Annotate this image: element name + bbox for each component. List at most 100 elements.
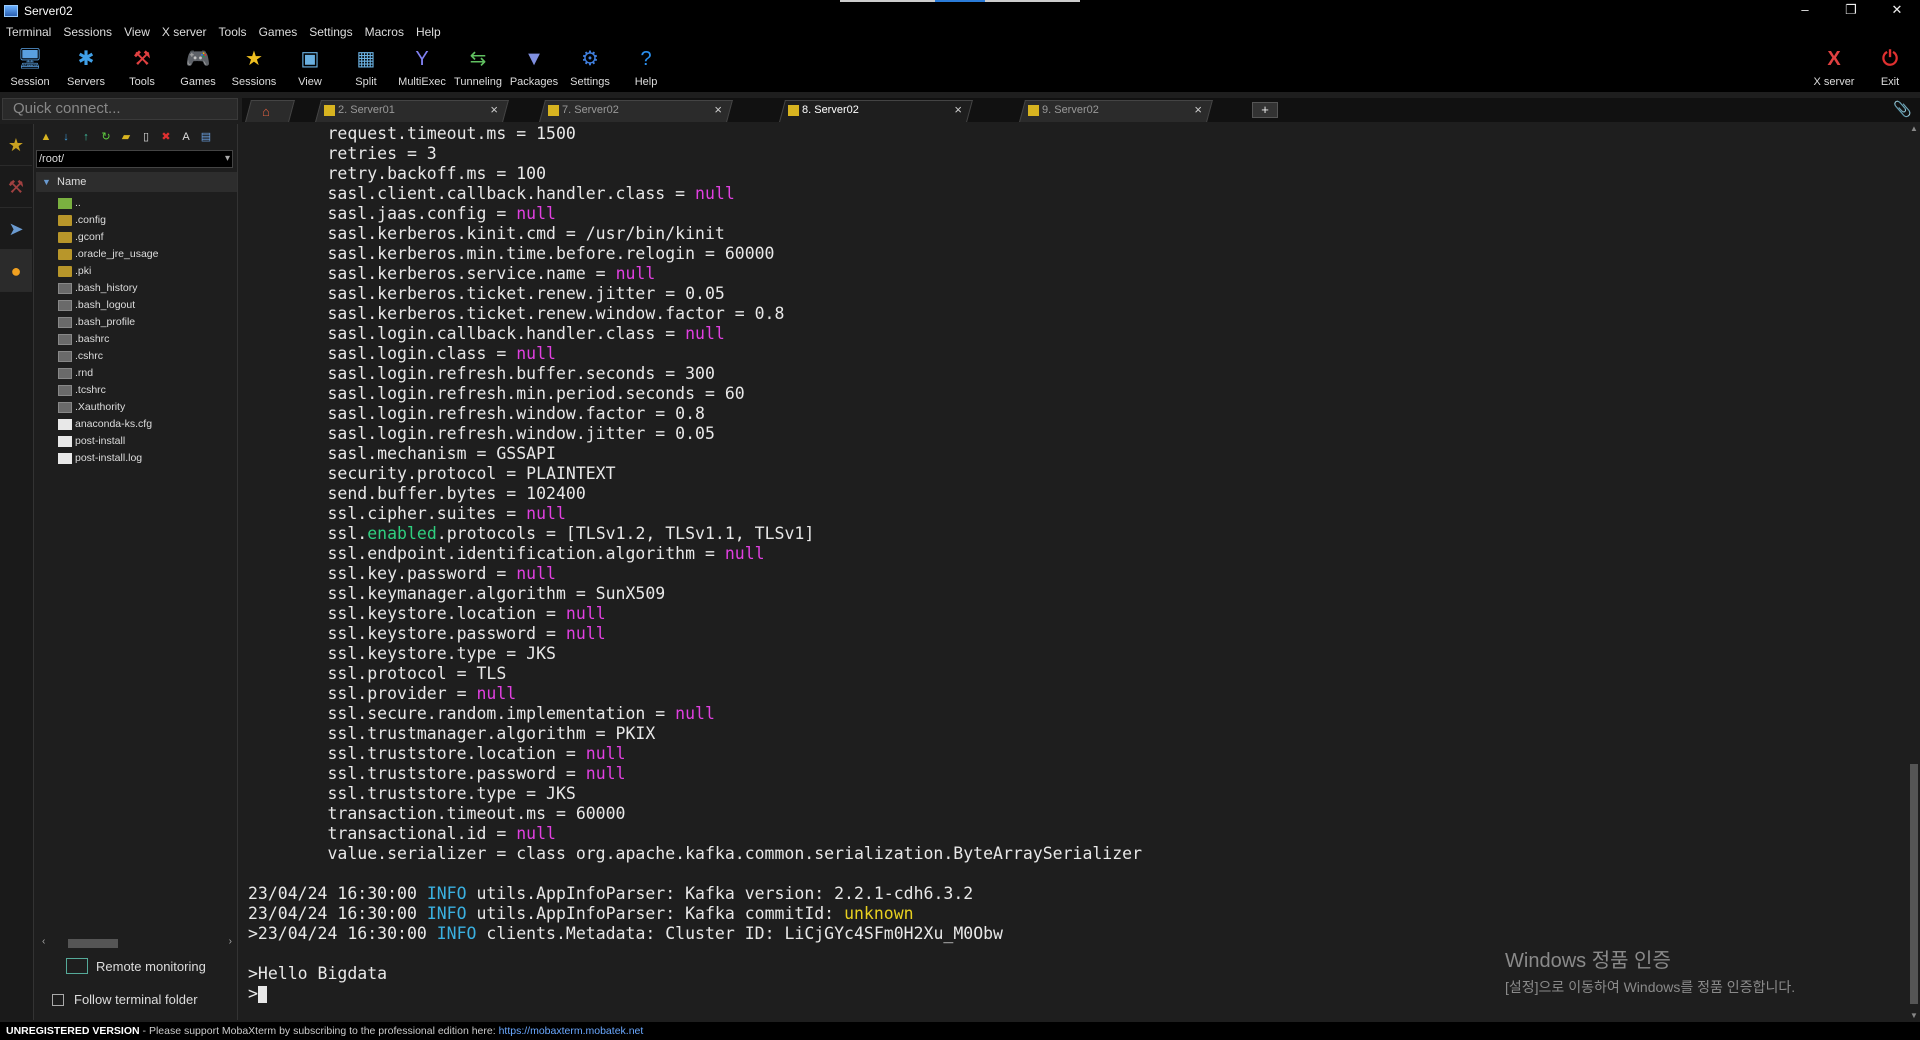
- tab-home[interactable]: ⌂: [245, 100, 295, 122]
- title-accent-blue: [935, 0, 985, 2]
- toolbar-sessions-button[interactable]: ★ Sessions: [226, 44, 282, 92]
- quick-connect-input[interactable]: Quick connect...: [2, 98, 238, 120]
- folder-up-icon[interactable]: ▲: [38, 129, 54, 145]
- file-list-item[interactable]: ..: [36, 195, 237, 212]
- file-list-header[interactable]: ▼ Name: [36, 172, 237, 192]
- toolbar-help-button[interactable]: ? Help: [618, 44, 674, 92]
- remote-monitoring-button[interactable]: Remote monitoring: [66, 958, 206, 974]
- terminal-text: null: [516, 564, 556, 583]
- file-list-item[interactable]: post-install.log: [36, 450, 237, 467]
- toolbar-games-button[interactable]: 🎮 Games: [170, 44, 226, 92]
- tab-close-icon[interactable]: ×: [1194, 100, 1202, 120]
- toolbar-multiexec-button[interactable]: Y MultiExec: [394, 44, 450, 92]
- sftp-plane-icon[interactable]: ➤: [0, 208, 32, 250]
- terminal-line: sasl.kerberos.min.time.before.relogin = …: [248, 244, 1908, 264]
- file-list-item[interactable]: post-install: [36, 433, 237, 450]
- close-button[interactable]: ✕: [1874, 0, 1920, 22]
- split-icon: ▦: [356, 48, 376, 70]
- follow-terminal-checkbox[interactable]: Follow terminal folder: [52, 992, 198, 1007]
- menu-games[interactable]: Games: [259, 25, 298, 39]
- toolbar-split-button[interactable]: ▦ Split: [338, 44, 394, 92]
- file-list-item[interactable]: .cshrc: [36, 348, 237, 365]
- toolbar-settings-button[interactable]: ⚙ Settings: [562, 44, 618, 92]
- file-list-item[interactable]: .bash_logout: [36, 297, 237, 314]
- terminal-text: null: [675, 704, 715, 723]
- terminal-text: >23/04/24 16:30:00: [248, 924, 437, 943]
- new-tab-button[interactable]: +: [1252, 102, 1278, 118]
- terminal-line: ssl.trustmanager.algorithm = PKIX: [248, 724, 1908, 744]
- attach-icon[interactable]: 📎: [1893, 100, 1912, 118]
- download-icon[interactable]: ↓: [58, 129, 74, 145]
- chevron-down-icon[interactable]: ▾: [225, 151, 230, 167]
- terminal-output[interactable]: request.timeout.ms = 1500 retries = 3 re…: [240, 124, 1908, 1020]
- terminal-line: ssl.cipher.suites = null: [248, 504, 1908, 524]
- tab-server02-9[interactable]: 9. Server02 ×: [1019, 100, 1213, 122]
- checkbox-icon[interactable]: [52, 993, 64, 1006]
- tools-side-icon[interactable]: ⚒: [0, 166, 32, 208]
- file-list-item[interactable]: anaconda-ks.cfg: [36, 416, 237, 433]
- terminal-text: unknown: [844, 904, 914, 923]
- scroll-thumb[interactable]: [1910, 764, 1918, 1004]
- tab-close-icon[interactable]: ×: [714, 100, 722, 120]
- toolbar: 🖥 Session ✱ Servers ⚒ Tools 🎮 Games ★ Sessions ▣ Vi…: [0, 42, 1920, 92]
- terminal-vertical-scrollbar[interactable]: ▲ ▼: [1908, 124, 1920, 1020]
- file-list-item[interactable]: .rnd: [36, 365, 237, 382]
- favorites-star-icon[interactable]: ★: [0, 124, 32, 166]
- properties-icon[interactable]: ▤: [198, 129, 214, 145]
- terminal-text: null: [516, 824, 556, 843]
- refresh-icon[interactable]: ↻: [98, 129, 114, 145]
- toolbar-x-server-button[interactable]: X X server: [1806, 44, 1862, 92]
- toolbar-label: Packages: [509, 76, 559, 88]
- menu-terminal[interactable]: Terminal: [6, 25, 51, 39]
- scroll-left-icon[interactable]: ‹: [42, 936, 45, 947]
- mobatek-link[interactable]: https://mobaxterm.mobatek.net: [499, 1025, 644, 1037]
- file-list-item[interactable]: .Xauthority: [36, 399, 237, 416]
- menu-help[interactable]: Help: [416, 25, 441, 39]
- macros-side-icon[interactable]: ●: [0, 250, 32, 292]
- terminal-line: sasl.login.refresh.buffer.seconds = 300: [248, 364, 1908, 384]
- file-list-item[interactable]: .bash_profile: [36, 314, 237, 331]
- menu-settings[interactable]: Settings: [309, 25, 352, 39]
- file-list-item[interactable]: .oracle_jre_usage: [36, 246, 237, 263]
- file-list-item[interactable]: .gconf: [36, 229, 237, 246]
- terminal-text: sasl.login.refresh.buffer.seconds = 300: [248, 364, 715, 383]
- file-list-item[interactable]: .bash_history: [36, 280, 237, 297]
- toolbar-tunneling-button[interactable]: ⇆ Tunneling: [450, 44, 506, 92]
- scroll-up-icon[interactable]: ▲: [1910, 124, 1918, 133]
- delete-icon[interactable]: ✖: [158, 129, 174, 145]
- tab-server01[interactable]: 2. Server01 ×: [315, 100, 509, 122]
- menu-view[interactable]: View: [124, 25, 150, 39]
- session-key-icon: [788, 105, 799, 116]
- menu-sessions[interactable]: Sessions: [63, 25, 112, 39]
- toolbar-exit-button[interactable]: ⏻ Exit: [1862, 44, 1918, 92]
- sftp-horizontal-scrollbar[interactable]: ‹ ›: [40, 936, 234, 950]
- tab-server02-8[interactable]: 8. Server02 ×: [779, 100, 973, 122]
- scroll-thumb[interactable]: [68, 939, 118, 948]
- terminal-text: sasl.client.callback.handler.class =: [248, 184, 696, 203]
- file-list-item[interactable]: .config: [36, 212, 237, 229]
- scroll-down-icon[interactable]: ▼: [1910, 1011, 1918, 1020]
- rename-icon[interactable]: A: [178, 129, 194, 145]
- minimize-button[interactable]: –: [1782, 0, 1828, 22]
- terminal-line: sasl.kerberos.service.name = null: [248, 264, 1908, 284]
- sftp-path-field[interactable]: /root/ ▾: [36, 150, 233, 168]
- upload-icon[interactable]: ↑: [78, 129, 94, 145]
- maximize-button[interactable]: ❐: [1828, 0, 1874, 22]
- toolbar-session-button[interactable]: 🖥 Session: [2, 44, 58, 92]
- file-list-item[interactable]: .bashrc: [36, 331, 237, 348]
- menu-xserver[interactable]: X server: [162, 25, 207, 39]
- file-list-item[interactable]: .tcshrc: [36, 382, 237, 399]
- file-list-item[interactable]: .pki: [36, 263, 237, 280]
- menu-macros[interactable]: Macros: [365, 25, 404, 39]
- new-file-icon[interactable]: ▯: [138, 129, 154, 145]
- tab-close-icon[interactable]: ×: [490, 100, 498, 120]
- toolbar-servers-button[interactable]: ✱ Servers: [58, 44, 114, 92]
- tab-server02-7[interactable]: 7. Server02 ×: [539, 100, 733, 122]
- new-folder-icon[interactable]: ▰: [118, 129, 134, 145]
- tab-close-icon[interactable]: ×: [954, 100, 962, 120]
- menu-tools[interactable]: Tools: [219, 25, 247, 39]
- toolbar-view-button[interactable]: ▣ View: [282, 44, 338, 92]
- toolbar-tools-button[interactable]: ⚒ Tools: [114, 44, 170, 92]
- scroll-right-icon[interactable]: ›: [229, 936, 232, 947]
- toolbar-packages-button[interactable]: ▼ Packages: [506, 44, 562, 92]
